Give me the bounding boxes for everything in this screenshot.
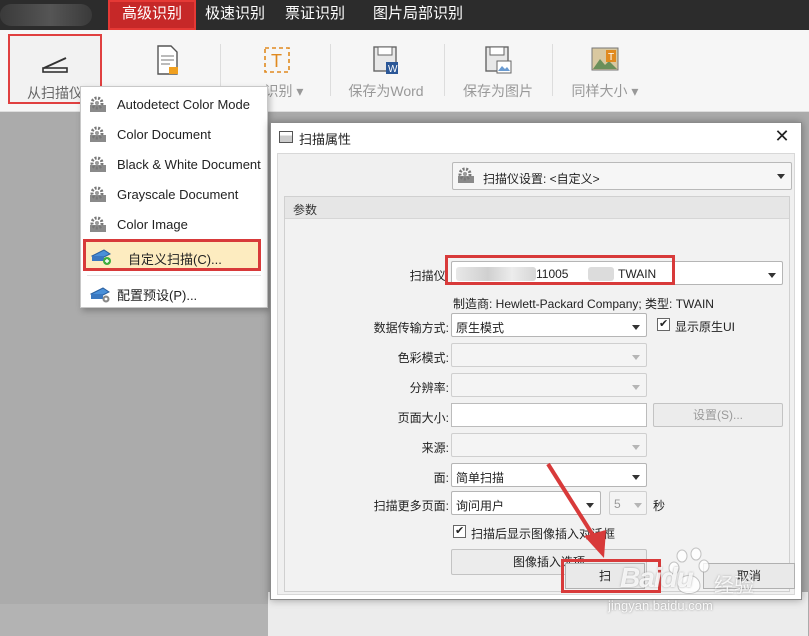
resolution-label: 分辨率: [409, 381, 449, 395]
gear-icon [89, 216, 109, 234]
menu-item-label: 配置预设(P)... [117, 288, 198, 303]
gear-icon [89, 96, 109, 114]
save-as-word-button[interactable]: W 保存为Word [338, 34, 434, 106]
chevron-down-icon [632, 475, 640, 480]
menu-item-color-document[interactable]: Color Document [83, 121, 265, 149]
scanner-value: 11005 [536, 267, 569, 281]
scanner-add-icon [90, 246, 111, 265]
watermark-suffix: 经验 [714, 575, 754, 597]
menu-item-configure-presets[interactable]: 配置预设(P)... [83, 279, 265, 307]
save-as-image-button[interactable]: 保存为图片 [452, 34, 544, 106]
chevron-down-icon [632, 385, 640, 390]
menu-bar: 高级识别 极速识别 票证识别 图片局部识别 [0, 0, 809, 30]
close-icon[interactable]: ✕ [771, 125, 793, 147]
source-dropdown[interactable] [451, 433, 647, 457]
svg-text:W: W [388, 64, 398, 75]
scanner-label: 扫描仪: [409, 269, 449, 283]
gear-icon [89, 156, 109, 174]
manufacturer-info: 制造商: Hewlett-Packard Company; 类型: TWAIN [453, 297, 714, 311]
parameters-group: 参数 扫描仪: 11005 TWAIN 制造商: Hewlett-Packard… [284, 196, 790, 592]
window-icon [279, 131, 293, 143]
scanner-dropdown[interactable]: 11005 TWAIN [451, 261, 783, 285]
ribbon-separator [444, 44, 445, 96]
save-image-icon [483, 44, 513, 76]
redacted-text [456, 267, 536, 281]
resolution-dropdown[interactable] [451, 373, 647, 397]
menu-item-label: Color Document [117, 127, 211, 142]
seconds-unit: 秒 [653, 499, 666, 513]
page-size-field[interactable] [451, 403, 647, 427]
menu-item-label: 自定义扫描(C)... [128, 252, 222, 267]
menu-item-autodetect-color-mode[interactable]: Autodetect Color Mode [83, 91, 265, 119]
menu-item-color-image[interactable]: Color Image [83, 211, 265, 239]
same-size-icon: T [590, 44, 620, 76]
color-mode-dropdown[interactable] [451, 343, 647, 367]
parameters-title: 参数 [293, 203, 318, 217]
transfer-mode-label: 数据传输方式: [373, 321, 449, 335]
menu-item-label: Black & White Document [117, 157, 261, 172]
chevron-down-icon [632, 355, 640, 360]
menu-item-label: Grayscale Document [117, 187, 239, 202]
svg-text:T: T [271, 51, 282, 71]
save-as-image-label: 保存为图片 [463, 83, 533, 99]
gear-icon [89, 186, 109, 204]
transfer-mode-value: 原生模式 [456, 321, 505, 335]
annotation-arrow [546, 462, 606, 558]
ribbon-separator [330, 44, 331, 96]
tab-advanced-ocr[interactable]: 高级识别 [108, 0, 196, 30]
show-native-ui-label: 显示原生UI [675, 320, 736, 334]
watermark-brand: Baidu [620, 562, 694, 593]
scanner-type-value: TWAIN [618, 267, 657, 281]
app-logo [0, 4, 92, 26]
scanner-preset-dropdown[interactable]: 扫描仪设置: <自定义> [452, 162, 792, 190]
menu-item-grayscale-document[interactable]: Grayscale Document [83, 181, 265, 209]
color-mode-label: 色彩模式: [397, 351, 449, 365]
scanner-dropdown-menu: Autodetect Color Mode Color Document Bla… [80, 86, 268, 308]
side-label: 面: [433, 471, 449, 485]
source-label: 来源: [421, 441, 449, 455]
tab-partial-image-ocr[interactable]: 图片局部识别 [368, 0, 468, 30]
menu-item-black-white-document[interactable]: Black & White Document [83, 151, 265, 179]
menu-separator [87, 275, 261, 276]
page-size-settings-button[interactable]: 设置(S)... [653, 403, 783, 427]
chevron-down-icon [632, 325, 640, 330]
menu-item-label: Color Image [117, 217, 188, 232]
scanner-icon [40, 46, 70, 78]
scanner-config-icon [89, 284, 110, 303]
transfer-mode-dropdown[interactable]: 原生模式 [451, 313, 647, 337]
tab-ticket-ocr[interactable]: 票证识别 [280, 0, 350, 30]
preset-value: 扫描仪设置: <自定义> [483, 172, 600, 186]
tab-fast-ocr[interactable]: 极速识别 [200, 0, 270, 30]
gear-icon [457, 167, 477, 185]
text-recognition-icon: T [262, 44, 292, 76]
menu-item-label: Autodetect Color Mode [117, 97, 250, 112]
chevron-down-icon [634, 503, 642, 508]
save-as-word-label: 保存为Word [348, 83, 424, 99]
gear-icon [89, 126, 109, 144]
parameters-header: 参数 [285, 197, 789, 219]
save-word-icon: W [371, 44, 401, 76]
watermark-url: jingyan.baidu.com [608, 598, 713, 613]
more-pages-value: 询问用户 [456, 499, 505, 513]
same-size-button[interactable]: T 同样大小 ▾ [562, 34, 648, 106]
same-size-label: 同样大小 ▾ [571, 83, 639, 99]
redacted-text [588, 267, 614, 281]
dialog-title: 扫描属性 [299, 132, 352, 147]
workspace-footer-left [0, 604, 270, 636]
show-insert-dialog-checkbox[interactable] [453, 524, 466, 538]
chevron-down-icon [768, 273, 776, 278]
ribbon-separator [552, 44, 553, 96]
menu-item-custom-scan[interactable]: 自定义扫描(C)... [83, 239, 261, 271]
document-icon [152, 44, 182, 76]
show-native-ui-checkbox[interactable] [657, 317, 670, 331]
svg-text:T: T [608, 52, 614, 63]
more-pages-label: 扫描更多页面: [373, 499, 449, 513]
dialog-titlebar: 扫描属性 ✕ [271, 123, 801, 151]
page-size-label: 页面大小: [397, 411, 449, 425]
scan-properties-dialog: 扫描属性 ✕ 扫描仪设置: <自定义> 参数 扫描仪: 11005 TWAIN [270, 122, 802, 600]
dialog-body: 扫描仪设置: <自定义> 参数 扫描仪: 11005 TWAIN 制造商: He… [277, 153, 795, 595]
chevron-down-icon [632, 445, 640, 450]
side-value: 简单扫描 [456, 471, 505, 485]
chevron-down-icon [777, 174, 785, 179]
